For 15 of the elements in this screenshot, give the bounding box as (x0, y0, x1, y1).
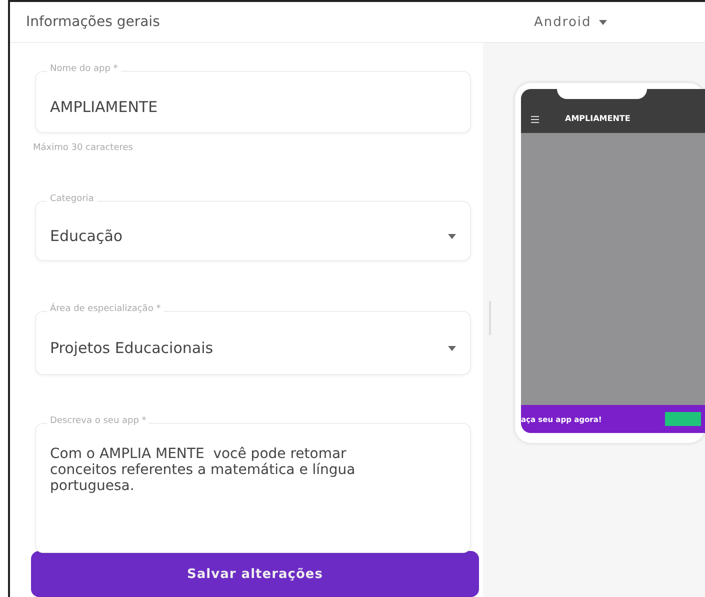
field-label: Categoria (47, 194, 97, 204)
banner-button[interactable] (665, 412, 701, 426)
app-title: AMPLIAMENTE (565, 114, 630, 123)
caret-icon (448, 234, 456, 238)
select-field[interactable]: Educação (35, 201, 471, 261)
platform-dropdown[interactable]: Android (534, 14, 608, 30)
caret-icon (599, 20, 608, 24)
hint-text: Máximo 30 caracteres (33, 143, 134, 153)
field-label: Nome do app * (47, 64, 121, 74)
menu-icon (531, 116, 539, 123)
field-label: Descreva o seu app * (47, 416, 150, 426)
field-label: Área de especialização * (47, 304, 164, 314)
section-title: Informações gerais (25, 14, 161, 30)
caret-icon (448, 346, 456, 350)
save-button[interactable]: Salvar alterações (31, 551, 479, 597)
